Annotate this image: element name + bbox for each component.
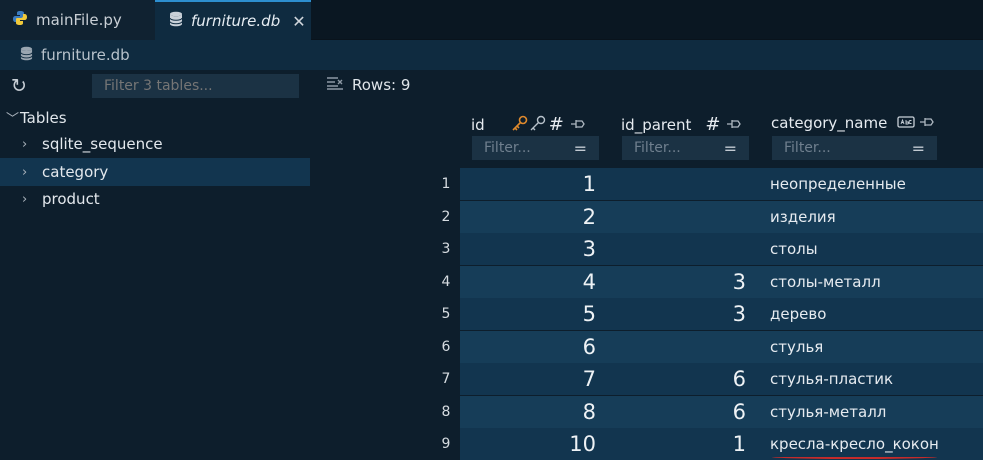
rows-count: Rows: 9 xyxy=(326,76,410,94)
cell-id[interactable]: 1 xyxy=(460,168,610,200)
cell-category-name[interactable]: столы-металл xyxy=(770,266,983,298)
filter-placeholder: Filter... xyxy=(634,140,681,156)
column-name: category_name xyxy=(771,114,888,132)
row-number: 2 xyxy=(441,208,451,225)
table-view: Rows: 9 id # Filter... = id_parent # Fil… xyxy=(310,70,983,460)
table-row[interactable]: 3 3 столы xyxy=(310,233,983,265)
pin-icon[interactable] xyxy=(726,116,742,134)
chevron-right-icon: › xyxy=(22,164,28,180)
chevron-right-icon: › xyxy=(22,136,28,152)
tab-bar: mainFile.py furniture.db ✕ xyxy=(0,0,983,40)
filter-operator-icon[interactable]: = xyxy=(912,139,925,158)
sidebar-item-label: category xyxy=(42,163,109,181)
cell-id-parent[interactable]: 1 xyxy=(610,428,760,460)
cell-category-name[interactable]: стулья xyxy=(770,331,983,363)
cell-id[interactable]: 6 xyxy=(460,331,610,363)
row-number: 7 xyxy=(441,371,451,387)
filter-placeholder: Filter... xyxy=(784,140,831,156)
close-icon[interactable]: ✕ xyxy=(292,12,305,31)
tables-root-label: Tables xyxy=(20,108,67,127)
table-row[interactable]: 5 5 3 дерево xyxy=(310,298,983,330)
database-icon xyxy=(169,11,183,31)
cell-id-parent[interactable]: 6 xyxy=(610,396,760,428)
cell-id-parent[interactable]: 3 xyxy=(610,266,760,298)
breadcrumb-label: furniture.db xyxy=(41,46,130,64)
table-row[interactable]: 2 2 изделия xyxy=(310,200,983,233)
cell-id[interactable]: 2 xyxy=(460,201,610,233)
sidebar-item-label: product xyxy=(42,190,100,208)
table-row[interactable]: 1 1 неопределенные xyxy=(310,168,983,200)
cell-id[interactable]: 7 xyxy=(460,363,610,395)
refresh-icon[interactable]: ↻ xyxy=(11,75,27,97)
column-name: id_parent xyxy=(621,115,692,134)
tab-label: mainFile.py xyxy=(36,11,122,29)
chevron-right-icon: › xyxy=(22,191,28,207)
column-header-category-name[interactable]: category_name xyxy=(771,114,935,132)
row-number: 8 xyxy=(441,403,451,420)
primary-key-icon xyxy=(511,115,529,135)
tab-furniture-db[interactable]: furniture.db ✕ xyxy=(155,0,311,40)
cell-category-name[interactable]: стулья-металл xyxy=(770,396,983,428)
tab-label: furniture.db xyxy=(191,12,281,30)
column-name: id xyxy=(471,115,485,134)
database-icon xyxy=(20,46,33,65)
cell-category-name[interactable]: неопределенные xyxy=(770,168,983,200)
sidebar-item-product[interactable]: › product xyxy=(0,185,310,213)
rows-label: Rows: 9 xyxy=(352,76,411,94)
cell-id-parent[interactable] xyxy=(610,331,760,363)
number-type-icon: # xyxy=(705,114,721,135)
filter-operator-icon[interactable]: = xyxy=(574,139,587,158)
table-row[interactable]: 4 4 3 столы-металл xyxy=(310,265,983,298)
pin-icon[interactable] xyxy=(570,116,586,134)
cell-id[interactable]: 5 xyxy=(460,298,610,330)
tab-mainfile[interactable]: mainFile.py xyxy=(0,0,155,40)
cell-id-parent[interactable]: 6 xyxy=(610,363,760,395)
tables-sidebar: ↻ ﹀ Tables › sqlite_sequence › category … xyxy=(0,70,310,458)
cell-id[interactable]: 10 xyxy=(460,428,610,460)
sidebar-item-category[interactable]: › category xyxy=(0,158,310,186)
sidebar-item-label: sqlite_sequence xyxy=(42,135,163,153)
filter-tables-input[interactable] xyxy=(92,74,299,98)
cell-id-parent[interactable]: 3 xyxy=(610,298,760,330)
row-number: 6 xyxy=(441,338,451,355)
tables-root[interactable]: ﹀ Tables xyxy=(6,108,67,128)
row-number: 5 xyxy=(441,306,451,322)
clear-rows-icon[interactable] xyxy=(326,76,344,94)
spellcheck-underline xyxy=(772,455,937,459)
sidebar-item-sqlite-sequence[interactable]: › sqlite_sequence xyxy=(0,130,310,158)
table-row[interactable]: 7 7 6 стулья-пластик xyxy=(310,363,983,395)
chevron-down-icon: ﹀ xyxy=(6,112,20,127)
row-number: 1 xyxy=(441,176,451,192)
column-header-id-parent[interactable]: id_parent # xyxy=(621,114,742,135)
table-row[interactable]: 6 6 стулья xyxy=(310,330,983,363)
breadcrumb: furniture.db xyxy=(0,40,983,70)
python-icon xyxy=(12,10,28,30)
cell-category-name[interactable]: дерево xyxy=(770,298,983,330)
number-type-icon: # xyxy=(548,114,564,135)
filter-operator-icon[interactable]: = xyxy=(724,139,737,158)
cell-id[interactable]: 3 xyxy=(460,233,610,265)
text-type-icon xyxy=(897,114,915,132)
filter-id-input[interactable]: Filter... = xyxy=(472,136,599,160)
cell-id-parent[interactable] xyxy=(610,168,760,200)
table-row[interactable]: 8 8 6 стулья-металл xyxy=(310,395,983,428)
table-row[interactable]: 9 10 1 кресла-кресло_кокон xyxy=(310,428,983,460)
cell-category-name[interactable]: стулья-пластик xyxy=(770,363,983,395)
column-header-id[interactable]: id # xyxy=(471,114,586,135)
foreign-key-icon xyxy=(529,115,547,135)
cell-id[interactable]: 4 xyxy=(460,266,610,298)
filter-id-parent-input[interactable]: Filter... = xyxy=(622,136,749,160)
cell-category-name[interactable]: изделия xyxy=(770,201,983,233)
cell-id-parent[interactable] xyxy=(610,201,760,233)
row-number: 9 xyxy=(441,436,451,452)
row-number: 3 xyxy=(441,241,451,257)
cell-id[interactable]: 8 xyxy=(460,396,610,428)
row-number: 4 xyxy=(441,273,451,290)
filter-placeholder: Filter... xyxy=(484,140,531,156)
cell-category-name[interactable]: столы xyxy=(770,233,983,265)
pin-icon[interactable] xyxy=(919,114,935,132)
filter-category-name-input[interactable]: Filter... = xyxy=(772,136,937,160)
cell-id-parent[interactable] xyxy=(610,233,760,265)
